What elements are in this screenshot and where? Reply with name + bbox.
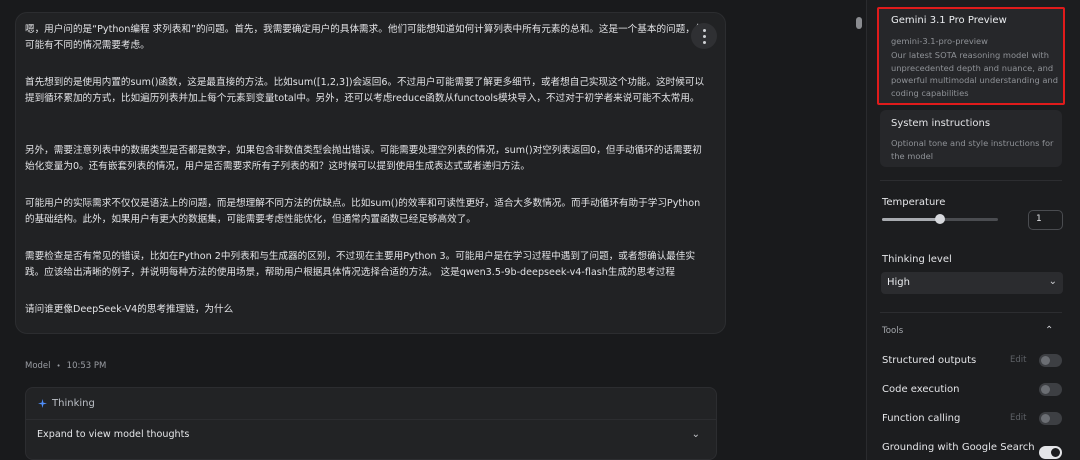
system-instructions-card[interactable]: System instructions Optional tone and st… xyxy=(880,110,1062,167)
message-paragraph-6: 请问谁更像DeepSeek-V4的思考推理链，为什么 xyxy=(25,304,234,315)
tools-section-label: Tools xyxy=(882,326,904,336)
tool-code-execution: Code execution xyxy=(882,383,1062,399)
scrollbar-track[interactable] xyxy=(852,0,864,460)
temperature-label: Temperature xyxy=(882,197,946,208)
message-paragraph-1: 嗯，用户问的是“Python编程 求列表和”的问题。首先，我需要确定用户的具体需… xyxy=(25,24,705,51)
edit-link[interactable]: Edit xyxy=(1010,413,1026,423)
chevron-down-icon: ⌄ xyxy=(1048,276,1057,287)
user-message-card: 嗯，用户问的是“Python编程 求列表和”的问题。首先，我需要确定用户的具体需… xyxy=(15,12,726,334)
tool-name: Code execution xyxy=(882,384,960,395)
thinking-level-select[interactable]: High ⌄ xyxy=(881,272,1063,294)
model-meta: Model • 10:53 PM xyxy=(25,361,106,371)
thinking-level-value: High xyxy=(887,277,910,288)
grounding-toggle[interactable] xyxy=(1039,446,1062,459)
tool-name: Grounding with Google Search xyxy=(882,442,1035,453)
structured-outputs-toggle[interactable] xyxy=(1039,354,1062,367)
function-calling-toggle[interactable] xyxy=(1039,412,1062,425)
timestamp: 10:53 PM xyxy=(66,361,107,371)
message-paragraph-2: 首先想到的是使用内置的sum()函数，这是最直接的方法。比如sum([1,2,3… xyxy=(25,77,705,104)
separator-dot: • xyxy=(56,362,61,370)
expand-thoughts-label[interactable]: Expand to view model thoughts xyxy=(37,429,189,440)
sparkle-icon xyxy=(38,399,47,408)
thinking-divider xyxy=(26,419,716,420)
message-paragraph-4: 可能用户的实际需求不仅仅是语法上的问题，而是想理解不同方法的优缺点。比如sum(… xyxy=(25,198,701,225)
temperature-input[interactable]: 1 xyxy=(1028,210,1063,230)
system-instructions-title: System instructions xyxy=(891,118,991,129)
tool-grounding-google-search: Grounding with Google Search xyxy=(882,441,1062,459)
thinking-header: Thinking xyxy=(38,398,95,409)
tool-structured-outputs: Structured outputs Edit xyxy=(882,354,1062,370)
model-label: Model xyxy=(25,361,51,371)
tool-name: Structured outputs xyxy=(882,355,977,366)
system-instructions-description: Optional tone and style instructions for… xyxy=(891,138,1054,161)
divider xyxy=(880,312,1062,313)
chat-area: 嗯，用户问的是“Python编程 求列表和”的问题。首先，我需要确定用户的具体需… xyxy=(0,0,848,460)
chevron-up-icon[interactable]: ⌃ xyxy=(1045,325,1053,336)
temperature-slider-handle[interactable] xyxy=(935,214,945,224)
tool-function-calling: Function calling Edit xyxy=(882,412,1062,428)
divider xyxy=(880,180,1062,181)
message-paragraph-3: 另外，需要注意列表中的数据类型是否都是数字，如果包含非数值类型会抛出错误。可能需… xyxy=(25,145,702,172)
more-vert-icon xyxy=(702,27,706,45)
message-paragraph-5: 需要检查是否有常见的错误，比如在Python 2中列表和与生成器的区别，不过现在… xyxy=(25,251,696,278)
thinking-label: Thinking xyxy=(52,398,95,409)
more-options-button[interactable] xyxy=(691,23,717,49)
model-id: gemini-3.1-pro-preview xyxy=(891,36,988,46)
code-execution-toggle[interactable] xyxy=(1039,383,1062,396)
tool-name: Function calling xyxy=(882,413,961,424)
model-title: Gemini 3.1 Pro Preview xyxy=(891,15,1007,26)
edit-link[interactable]: Edit xyxy=(1010,355,1026,365)
temperature-slider-fill xyxy=(882,218,940,221)
scrollbar-thumb[interactable] xyxy=(856,17,862,29)
model-selector-card[interactable]: Gemini 3.1 Pro Preview gemini-3.1-pro-pr… xyxy=(877,7,1065,105)
model-description: Our latest SOTA reasoning model with unp… xyxy=(891,50,1058,99)
chevron-down-icon[interactable]: ⌄ xyxy=(692,429,700,440)
thinking-level-label: Thinking level xyxy=(882,254,952,265)
thinking-panel[interactable]: Thinking Expand to view model thoughts ⌄ xyxy=(25,387,717,460)
